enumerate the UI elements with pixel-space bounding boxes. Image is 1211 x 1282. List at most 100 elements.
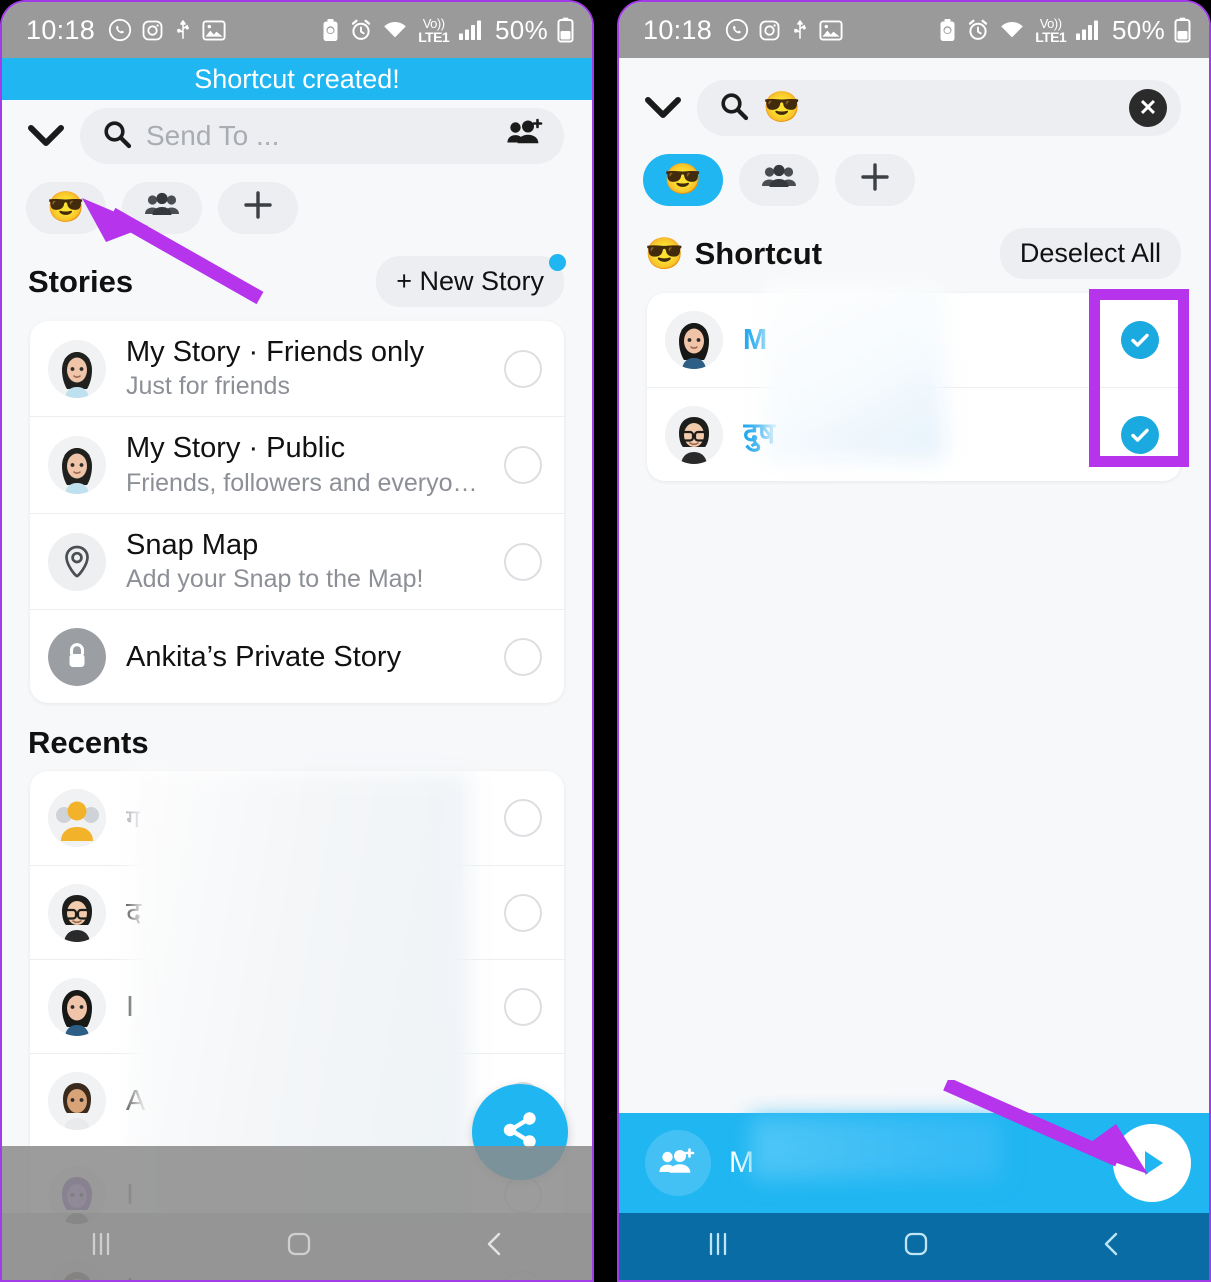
recents-list-item[interactable]: I [30,959,564,1053]
chip-groups-right[interactable] [739,154,819,206]
chip-groups-left[interactable] [122,182,202,234]
home-icon[interactable] [282,1227,316,1266]
stories-header: Stories + New Story [2,234,592,321]
add-group-icon[interactable] [645,1130,711,1196]
add-group-icon[interactable] [506,118,546,155]
battery-percent: 50% [1112,14,1165,45]
right-phone-screenshot: 10:18 Vo)) LTE1 50% 😎 ✕ 😎 😎 Shortcut Des… [617,0,1211,1282]
member-text: दुष [723,417,1121,451]
recents-text: द [106,896,504,930]
plus-icon [859,161,891,199]
recents-header: Recents [2,703,592,771]
shortcut-section-header: 😎 Shortcut Deselect All [619,206,1209,293]
annotation-highlight-box-checkmarks [1089,289,1189,467]
status-time: 10:18 [26,14,96,45]
recents-text: A [106,1084,504,1118]
chevron-down-icon[interactable] [26,123,66,149]
whatsapp-icon [725,18,749,42]
search-row-right: 😎 ✕ [619,58,1209,136]
recents-select-radio[interactable] [504,893,542,932]
story-select-radio[interactable] [504,349,542,388]
deselect-all-label: Deselect All [1019,238,1161,268]
chip-add-left[interactable] [218,182,298,234]
avatar [48,789,106,848]
recents-select-radio[interactable] [504,799,542,838]
recents-text: I [106,990,504,1024]
close-icon[interactable]: ✕ [1129,89,1167,127]
chip-row-left: 😎 [2,164,592,234]
android-nav-bar-left [2,1213,592,1280]
alarm-icon [966,18,990,42]
story-text: Snap Map Add your Snap to the Map! [106,528,504,595]
search-icon [102,119,132,154]
recents-list-item[interactable]: ग [30,771,564,865]
group-icon [761,164,797,196]
story-row-my-story-friends[interactable]: My Story · Friends only Just for friends [30,321,564,416]
story-select-radio[interactable] [504,637,542,676]
map-pin-icon [48,532,106,591]
story-title: My Story · Friends only [126,336,425,368]
chevron-down-icon[interactable] [643,95,683,121]
avatar [665,311,723,369]
recents-list-item[interactable]: द [30,865,564,959]
story-subtitle: Friends, followers and everyo… [126,468,478,497]
sunglasses-emoji-icon: 😎 [47,191,85,224]
signal-icon [1075,19,1100,41]
volte-icon: Vo)) LTE1 [418,17,449,44]
group-icon [144,192,180,224]
avatar [48,883,106,942]
search-input[interactable]: 😎 ✕ [697,80,1181,136]
avatar [665,405,723,464]
chip-shortcut-right[interactable]: 😎 [643,154,723,206]
search-row-left: Send To ... [2,100,592,164]
member-name: M [743,323,768,356]
back-icon[interactable] [480,1229,510,1264]
story-subtitle: Just for friends [126,372,290,401]
network-label: LTE1 [1035,28,1067,45]
instagram-icon [141,19,164,42]
chip-add-right[interactable] [835,154,915,206]
chip-shortcut-left[interactable]: 😎 [26,182,106,234]
alarm-icon [349,18,373,42]
story-text: My Story · Friends only Just for friends [106,335,504,402]
send-bar: M [619,1113,1209,1213]
battery-percent: 50% [495,14,548,45]
recents-title: A [126,1084,146,1117]
recents-icon[interactable] [84,1229,118,1264]
new-story-button[interactable]: + New Story [376,254,566,307]
member-name: दुष [743,418,776,451]
status-bar-left: 10:18 Vo)) LTE1 50% [2,2,592,58]
home-icon[interactable] [899,1227,933,1266]
shortcut-heading: Shortcut [694,235,823,271]
story-row-private-story[interactable]: Ankita’s Private Story [30,609,564,703]
story-row-my-story-public[interactable]: My Story · Public Friends, followers and… [30,416,564,512]
deselect-all-button[interactable]: Deselect All [999,228,1181,279]
whatsapp-icon [108,18,132,42]
story-row-snap-map[interactable]: Snap Map Add your Snap to the Map! [30,512,564,609]
left-phone-screenshot: 10:18 Vo)) LTE1 50% Shortcut created! Se… [0,0,594,1282]
wifi-icon [382,19,409,41]
story-select-radio[interactable] [504,446,542,485]
story-text: Ankita’s Private Story [106,640,504,674]
avatar [48,339,106,398]
send-button[interactable] [1113,1124,1191,1202]
avatar [48,436,106,495]
back-icon[interactable] [1097,1229,1127,1264]
recents-select-radio[interactable] [504,987,542,1026]
battery-icon [557,17,574,43]
network-label: LTE1 [418,28,450,45]
story-select-radio[interactable] [504,542,542,581]
stories-heading: Stories [28,263,134,299]
battery-icon [1174,17,1191,43]
search-icon [719,91,749,126]
volte-icon: Vo)) LTE1 [1035,17,1066,44]
search-input[interactable]: Send To ... [80,108,564,164]
recipients-label: M [729,1146,754,1179]
story-subtitle: Add your Snap to the Map! [126,565,424,594]
story-title: Ankita’s Private Story [126,640,402,673]
story-title: My Story · Public [126,432,346,465]
recents-icon[interactable] [701,1229,735,1264]
search-placeholder: Send To ... [146,120,280,151]
toast-banner: Shortcut created! [2,58,592,100]
instagram-icon [758,19,781,42]
